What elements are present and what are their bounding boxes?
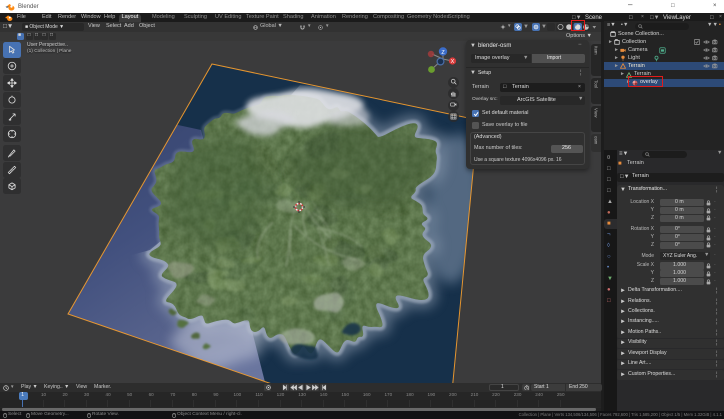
svg-text:X: X (451, 59, 455, 65)
